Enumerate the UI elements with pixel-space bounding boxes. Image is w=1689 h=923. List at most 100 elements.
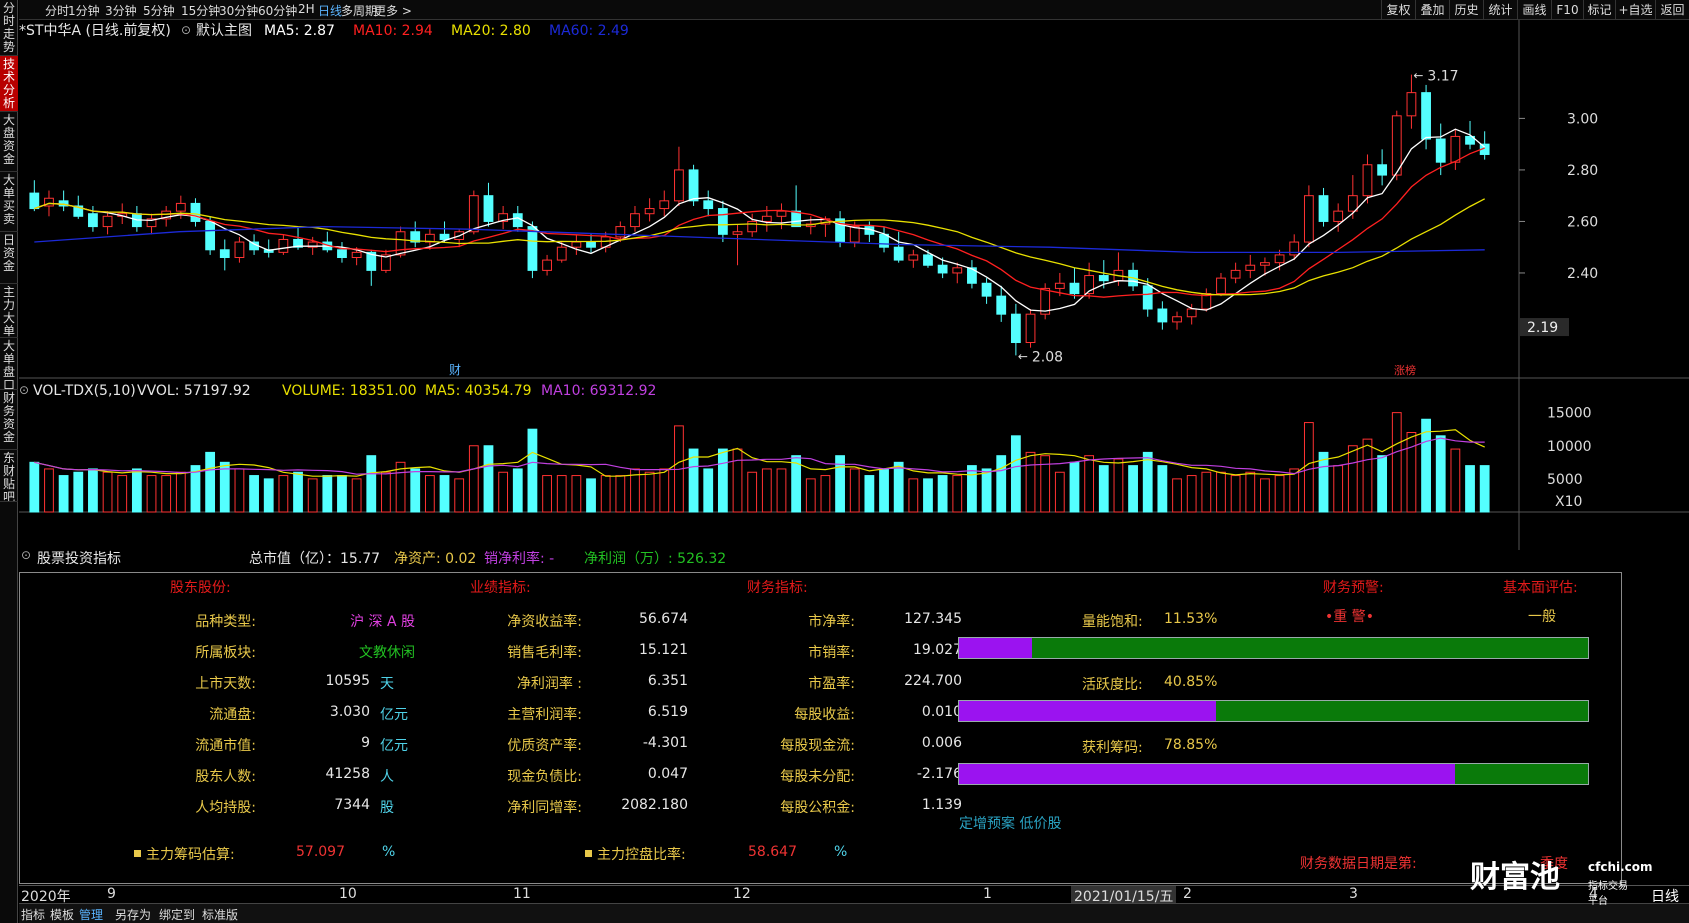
watermark-site: cfchi.com xyxy=(1588,860,1653,874)
period-tab-1[interactable]: 1分钟 xyxy=(68,2,100,19)
performance-label: 净利润率 : xyxy=(516,676,582,692)
vol-title: VOL-TDX(5,10) xyxy=(33,383,136,399)
collapse-icon[interactable]: ⊙ xyxy=(21,548,31,562)
volume-bar xyxy=(175,471,186,513)
performance-value: 56.674 xyxy=(639,611,688,627)
warning-badge: •重 警• xyxy=(1325,609,1374,625)
sidebar-tab-6[interactable]: 大单盘口 xyxy=(0,338,18,390)
sidebar-tab-2[interactable]: 大盘资金 xyxy=(0,112,18,172)
volume-bar xyxy=(1479,465,1490,513)
volume-bar xyxy=(307,478,318,513)
volume-bar xyxy=(937,475,948,513)
candle xyxy=(1450,128,1461,170)
shareholder-label: 人均持股: xyxy=(195,800,256,816)
net-profit: 净利润（万）: 526.32 xyxy=(584,551,727,567)
candle xyxy=(102,211,113,235)
gauge-fill xyxy=(959,701,1216,721)
volume-bar xyxy=(1274,475,1285,513)
collapse-icon[interactable]: ⊙ xyxy=(19,383,29,397)
candle xyxy=(117,203,128,225)
price-tick: 3.00 xyxy=(1567,111,1598,127)
volume-bar xyxy=(1098,465,1109,513)
finance-value: 0.010 xyxy=(921,704,962,720)
template-name[interactable]: 默认主图 xyxy=(196,23,252,39)
volume-bar xyxy=(717,448,728,513)
period-tab-3[interactable]: 5分钟 xyxy=(143,2,175,19)
sidebar-tab-4[interactable]: 日资金 xyxy=(0,232,18,284)
finance-marker[interactable]: 财 xyxy=(449,363,461,377)
bottom-tab-2[interactable]: 管理 xyxy=(79,906,103,923)
watermark: 财富池 cfchi.com 指标交易平台 xyxy=(1470,850,1653,907)
sidebar-tab-1[interactable]: 技术分析 xyxy=(0,56,18,112)
period-tab-4[interactable]: 15分钟 xyxy=(181,2,220,19)
toolbar-button-5[interactable]: F10 xyxy=(1551,0,1583,20)
sidebar-tab-0[interactable]: 分时走势 xyxy=(0,0,18,56)
bottom-tab-4[interactable]: 绑定到 xyxy=(159,906,195,923)
volume-bar xyxy=(981,468,992,513)
performance-value: 2082.180 xyxy=(621,797,688,813)
toolbar-button-2[interactable]: 历史 xyxy=(1449,0,1483,20)
toolbar-button-0[interactable]: 复权 xyxy=(1381,0,1415,20)
shareholder-value: 41258 xyxy=(325,766,370,782)
volume-bar xyxy=(293,471,303,513)
period-tab-9[interactable]: 多周期 xyxy=(341,2,377,19)
candle xyxy=(410,221,421,248)
performance-value: 15.121 xyxy=(639,642,688,658)
sidebar-tab-3[interactable]: 大单买卖 xyxy=(0,172,18,232)
volume-bar xyxy=(952,475,963,513)
top-toolbar: 分时 1分钟 3分钟 5分钟 15分钟 30分钟 60分钟 2H 日线 多周期 更多 > 复权 叠加 历史… xyxy=(19,0,1689,20)
kline-chart[interactable]: *ST中华A (日线.前复权) ⊙ 默认主图 MA5: 2.87 MA10: 2.94 M… xyxy=(19,20,1689,550)
gauge-label: 活跃度比: xyxy=(1082,677,1143,693)
stock-tags[interactable]: 定增预案 低价股 xyxy=(959,813,1061,833)
candle xyxy=(879,226,889,253)
candle xyxy=(1230,262,1241,284)
volume-bar xyxy=(1142,451,1153,513)
candle xyxy=(761,205,772,232)
period-tab-10[interactable]: 更多 > xyxy=(374,2,412,19)
toolbar-button-7[interactable]: +自选 xyxy=(1615,0,1655,20)
volume-bar xyxy=(527,428,538,513)
volume-bar xyxy=(1406,432,1417,513)
toolbar-button-4[interactable]: 画线 xyxy=(1517,0,1551,20)
sidebar-tab-7[interactable]: 财务资金 xyxy=(0,390,18,450)
volume-bar xyxy=(761,468,772,513)
bottom-tab-3[interactable]: 另存为 xyxy=(115,906,151,923)
volume-bar xyxy=(366,455,377,513)
toolbar-button-6[interactable]: 标记 xyxy=(1583,0,1615,20)
period-tab-0[interactable]: 分时 xyxy=(45,2,69,19)
volume-bar xyxy=(1465,465,1475,513)
bottom-tab-5[interactable]: 标准版 xyxy=(202,906,238,923)
month-label: 10 xyxy=(339,886,357,902)
volume-bar xyxy=(1172,478,1182,513)
volume-bar xyxy=(747,471,758,513)
period-tab-2[interactable]: 3分钟 xyxy=(105,2,137,19)
toolbar-button-3[interactable]: 统计 xyxy=(1483,0,1517,20)
sidebar-tab-5[interactable]: 主力大单 xyxy=(0,284,18,338)
section-title-4: 基本面评估: xyxy=(1503,580,1578,596)
candle xyxy=(893,231,904,263)
bottom-tab-0[interactable]: 指标 xyxy=(21,906,45,923)
period-tab-7[interactable]: 2H xyxy=(298,2,315,16)
chip-percent: % xyxy=(382,844,396,860)
period-tab-6[interactable]: 60分钟 xyxy=(258,2,297,19)
toolbar-button-1[interactable]: 叠加 xyxy=(1415,0,1449,20)
volume-bar xyxy=(381,471,391,513)
template-icon[interactable]: ⊙ xyxy=(181,23,191,37)
period-tab-8[interactable]: 日线 xyxy=(318,2,342,19)
candle xyxy=(791,185,802,228)
shareholder-value: 7344 xyxy=(334,797,370,813)
gauge-bar xyxy=(958,763,1589,785)
candle xyxy=(454,229,465,248)
left-sidebar: 分时走势 技术分析 大盘资金 大单买卖 日资金 主力大单 大单盘口 财务资金 东财贴吧 xyxy=(0,0,18,923)
indicator-name[interactable]: 股票投资指标 xyxy=(37,548,121,568)
candle xyxy=(29,180,40,212)
chip-estimate-label: 主力筹码估算: xyxy=(146,847,235,863)
volume-bar xyxy=(146,475,157,513)
vol-ma10-legend: MA10: 69312.92 xyxy=(541,383,656,399)
toolbar-button-8[interactable]: 返回 xyxy=(1655,0,1689,20)
rank-marker[interactable]: 涨榜 xyxy=(1394,363,1416,377)
candle xyxy=(278,234,289,255)
period-tab-5[interactable]: 30分钟 xyxy=(219,2,258,19)
bottom-tab-1[interactable]: 模板 xyxy=(50,906,74,923)
sidebar-tab-8[interactable]: 东财贴吧 xyxy=(0,450,18,502)
